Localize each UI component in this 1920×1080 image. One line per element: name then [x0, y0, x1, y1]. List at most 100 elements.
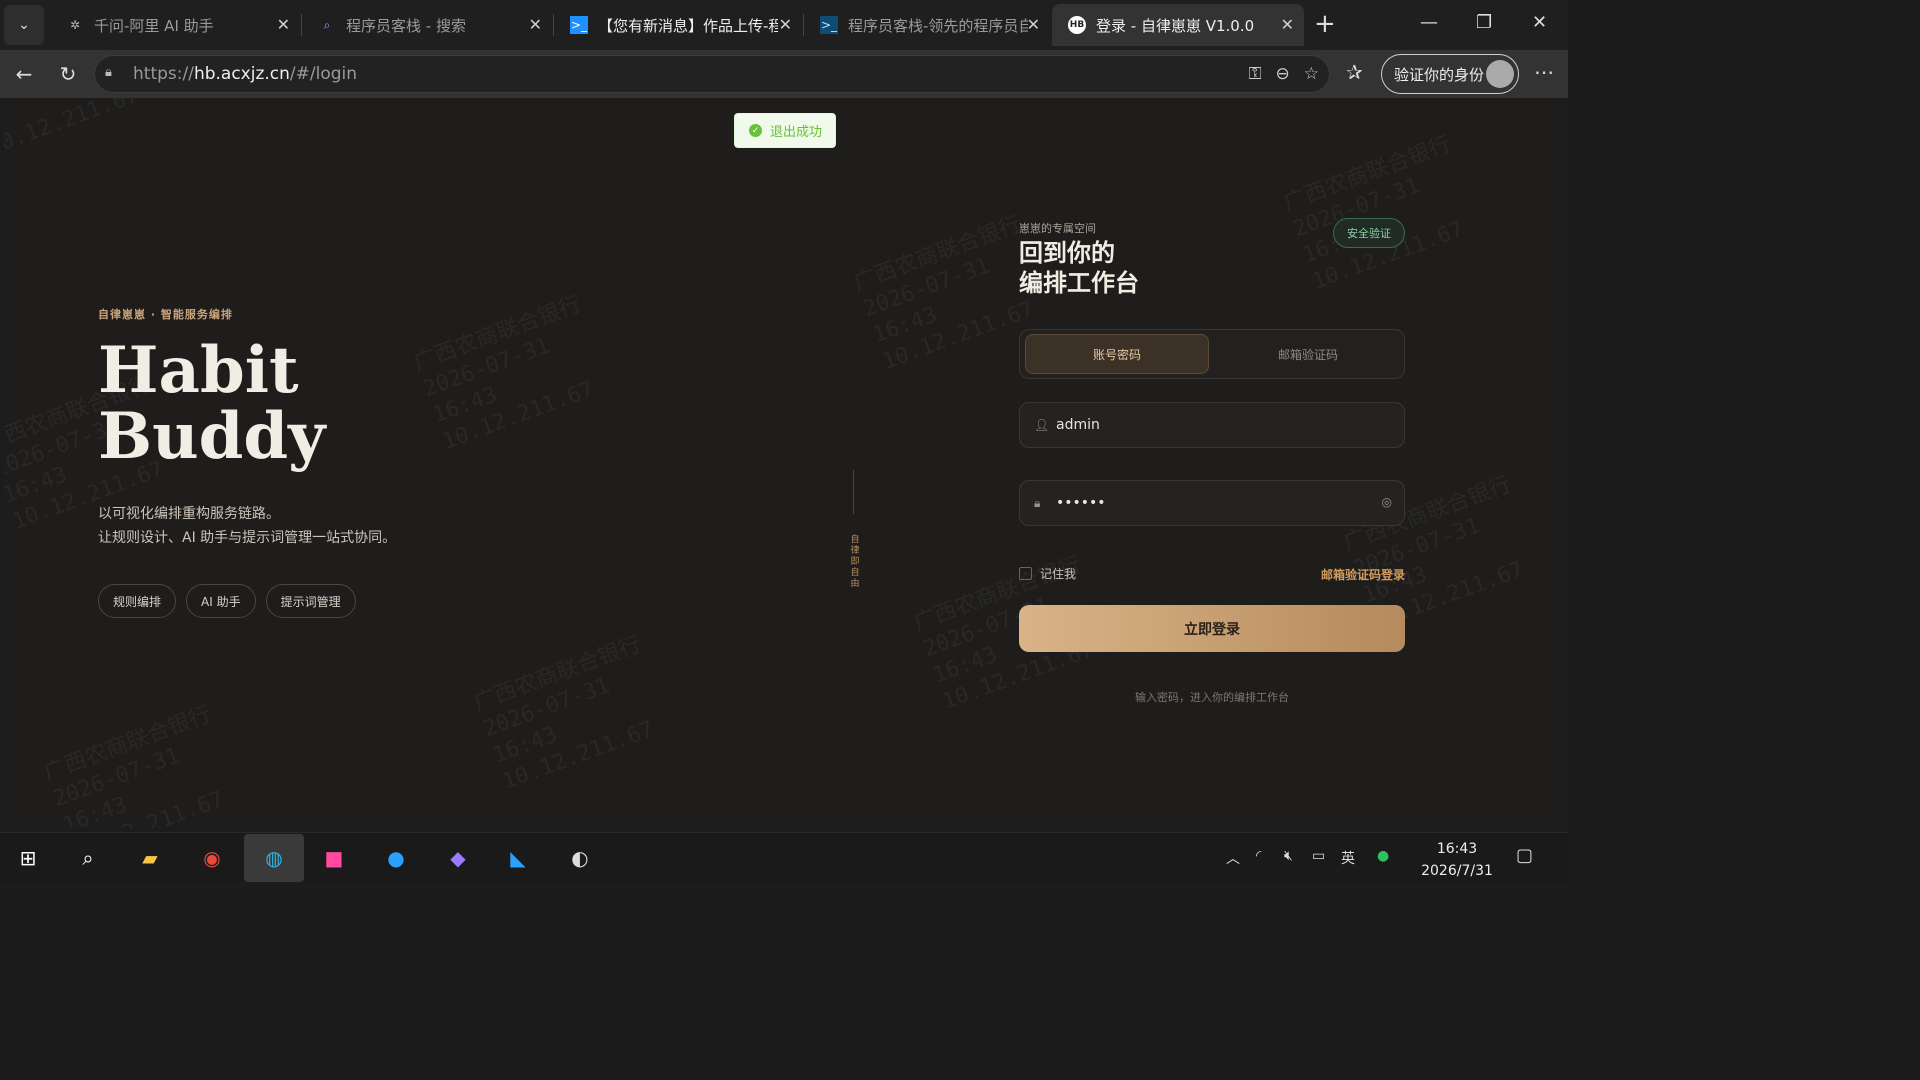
tab-list-chevron-icon[interactable]: ⌄ [4, 5, 44, 45]
lock-icon: 🔒︎ [105, 65, 112, 80]
login-hint: 输入密码，进入你的编排工作台 [1135, 691, 1289, 704]
hero-kicker: 自律崽崽 · 智能服务编排 [98, 308, 233, 321]
remember-checkbox[interactable] [1019, 567, 1032, 580]
login-kicker: 崽崽的专属空间 [1019, 222, 1096, 235]
vscode-icon[interactable]: ◣ [502, 842, 534, 874]
search-icon: ⌕ [323, 17, 331, 32]
battery-icon[interactable]: ▭ [1312, 848, 1325, 864]
email-login-link[interactable]: 邮箱验证码登录 [1321, 566, 1405, 583]
login-title-line2: 编排工作台 [1019, 269, 1139, 297]
address-bar-actions: ⚿ ⊖ ☆ [1249, 64, 1319, 84]
password-field[interactable]: 🔒︎ ◎ [1019, 480, 1405, 526]
login-title: 回到你的 编排工作台 [1019, 238, 1139, 298]
chip-ai-assistant[interactable]: AI 助手 [186, 584, 256, 618]
browser-tab-2[interactable]: ⌕ 程序员客栈 - 搜索 ✕ [302, 4, 552, 46]
login-button[interactable]: 立即登录 [1019, 605, 1405, 652]
watermark: 10.12.211.67 [4, 98, 143, 161]
tab-title: 程序员客栈 - 搜索 [346, 16, 466, 35]
notification-icon[interactable]: ▢ [1516, 845, 1533, 866]
login-method-tabs: 账号密码 邮箱验证码 [1019, 329, 1405, 379]
browser-tab-4[interactable]: >_ 程序员客栈-领先的程序员自 ✕ [804, 4, 1050, 46]
obsidian-icon[interactable]: ◆ [442, 842, 474, 874]
login-title-line1: 回到你的 [1019, 239, 1115, 267]
clock-date: 2026/7/31 [1421, 863, 1493, 879]
minimize-icon[interactable]: — [1420, 12, 1438, 33]
password-input[interactable] [1056, 495, 1356, 511]
edge-icon[interactable]: ◍ [244, 834, 304, 882]
security-badge: 安全验证 [1333, 218, 1405, 248]
login-page: 10.12.211.67 广西农商联合银行 2026-07-31 16:43 10.1… [4, 98, 1564, 828]
browser-tab-bar: ⌄ ✲ 千问-阿里 AI 助手 ✕ ⌕ 程序员客栈 - 搜索 ✕ >_ 【您有新… [0, 0, 1568, 50]
hero-title: Habit Buddy [98, 338, 325, 470]
more-menu-icon[interactable]: ⋯ [1534, 60, 1554, 84]
zoom-out-icon[interactable]: ⊖ [1276, 64, 1290, 84]
watermark: 广西农商联合银行 2026-07-31 16:43 10.12.211.67 [470, 632, 658, 795]
tab-title: 【您有新消息】作品上传-程 [598, 16, 778, 35]
vertical-slogan: 自律即自由 [850, 535, 860, 589]
tab-title: 登录 - 自律崽崽 V1.0.0 [1096, 16, 1255, 35]
clock-time: 16:43 [1436, 841, 1478, 857]
watermark: 广西农商联合银行 2026-07-31 16:43 10.12.211.67 [410, 292, 598, 455]
browser-tab-active[interactable]: HB 登录 - 自律崽崽 V1.0.0 ✕ [1052, 4, 1304, 46]
search-icon[interactable]: ⌕ [72, 842, 104, 874]
hero-desc-line1: 以可视化编排重构服务链路。 [98, 506, 280, 522]
hero-description: 以可视化编排重构服务链路。 让规则设计、AI 助手与提示词管理一站式协同。 [98, 502, 396, 550]
close-icon[interactable]: ✕ [1281, 15, 1294, 34]
close-icon[interactable]: ✕ [529, 15, 542, 34]
tab-title: 程序员客栈-领先的程序员自 [848, 16, 1028, 35]
tab-email-code[interactable]: 邮箱验证码 [1216, 334, 1400, 374]
intellij-icon[interactable]: ■ [318, 842, 350, 874]
chip-prompt-management[interactable]: 提示词管理 [265, 584, 356, 618]
restore-icon[interactable]: ❐ [1476, 12, 1492, 33]
terminal-icon: >_ [570, 16, 588, 34]
favorite-star-icon[interactable]: ☆ [1304, 64, 1319, 84]
ime-label[interactable]: 英 [1341, 848, 1355, 868]
qwen-icon: ✲ [69, 18, 81, 32]
close-icon[interactable]: ✕ [779, 15, 792, 34]
watermark: 广西农商联合银行 2026-07-31 16:43 10.12.211.67 [40, 702, 228, 828]
lock-icon: 🔒︎ [1034, 495, 1041, 510]
translate-icon[interactable]: ● [380, 842, 412, 874]
eye-off-icon[interactable]: ◎ [1382, 495, 1392, 509]
chip-rule-orchestration[interactable]: 规则编排 [98, 584, 177, 618]
windows-taskbar: ⊞ ⌕ ▰ ◉ ◍ ■ ● ◆ ◣ ◐ ︿ ◜ 🔇︎ ▭ 英 ● 16:43 2… [0, 832, 1568, 882]
check-circle-icon: ✓ [749, 124, 762, 137]
green-app-icon[interactable]: ● [1377, 848, 1389, 864]
success-toast: ✓ 退出成功 [734, 113, 836, 148]
volume-mute-icon[interactable]: 🔇︎ [1284, 848, 1293, 864]
clock[interactable]: 16:43 2026/7/31 [1416, 838, 1498, 882]
address-bar[interactable]: 🔒︎ https://hb.acxjz.cn/#/login ⚿ ⊖ ☆ [94, 55, 1330, 93]
favorites-icon[interactable]: ✰ [1346, 60, 1363, 84]
browser-tab-3[interactable]: >_ 【您有新消息】作品上传-程 ✕ [554, 4, 802, 46]
tab-account-password[interactable]: 账号密码 [1025, 334, 1209, 374]
hero-title-line1: Habit [98, 333, 299, 408]
new-tab-plus-icon[interactable]: + [1314, 10, 1336, 38]
browser-tab-1[interactable]: ✲ 千问-阿里 AI 助手 ✕ [50, 4, 300, 46]
browser-toolbar: ← ↻ 🔒︎ https://hb.acxjz.cn/#/login ⚿ ⊖ ☆ [0, 50, 1568, 98]
wifi-icon[interactable]: ◜ [1256, 848, 1261, 864]
key-icon[interactable]: ⚿ [1249, 64, 1262, 84]
chrome-icon[interactable]: ◉ [196, 842, 228, 874]
close-icon[interactable]: ✕ [1027, 15, 1040, 34]
terminal-icon: >_ [820, 16, 838, 34]
file-explorer-icon[interactable]: ▰ [134, 842, 166, 874]
remember-me[interactable]: 记住我 [1019, 565, 1076, 582]
refresh-icon[interactable]: ↻ [54, 60, 82, 88]
profile-button[interactable]: 验证你的身份 [1381, 54, 1519, 94]
url-text[interactable]: https://hb.acxjz.cn/#/login [133, 64, 357, 84]
url-host: hb.acxjz.cn [193, 64, 290, 84]
watermark: 广西农商联合银行 2026-07-31 16:43 10.12.211.67 [1280, 132, 1468, 295]
window-close-icon[interactable]: ✕ [1532, 12, 1547, 33]
username-field[interactable]: 👤︎ [1019, 402, 1405, 448]
back-arrow-icon[interactable]: ← [10, 60, 38, 88]
close-icon[interactable]: ✕ [277, 15, 290, 34]
hb-logo-icon: HB [1068, 16, 1086, 34]
tray-chevron-up-icon[interactable]: ︿ [1226, 848, 1240, 868]
hero-title-line2: Buddy [98, 399, 326, 474]
username-input[interactable] [1056, 417, 1356, 433]
user-icon: 👤︎ [1034, 418, 1050, 432]
windows-start-icon[interactable]: ⊞ [12, 842, 44, 874]
app-icon[interactable]: ◐ [564, 842, 596, 874]
tab-title: 千问-阿里 AI 助手 [94, 16, 214, 35]
profile-button-label: 验证你的身份 [1394, 65, 1485, 84]
